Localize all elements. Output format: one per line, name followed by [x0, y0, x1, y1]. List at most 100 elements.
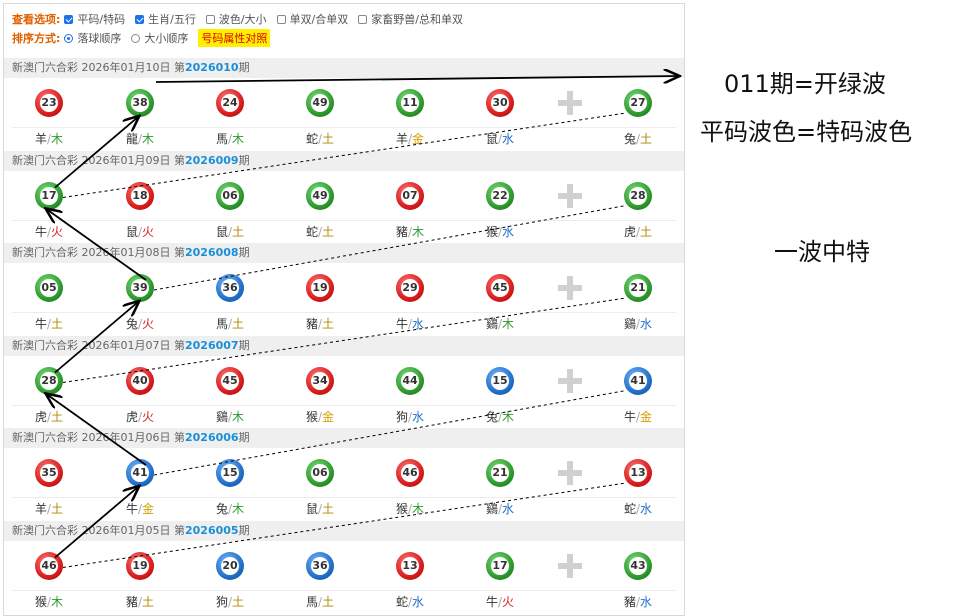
ball-number: 27 [629, 94, 647, 112]
element: 土 [51, 409, 64, 424]
checkbox[interactable] [276, 14, 286, 24]
number-ball: 38 [126, 89, 154, 117]
number-ball: 28 [35, 366, 63, 395]
zodiac: 鼠 [215, 224, 228, 239]
note-color-rule: 平码波色=特码波色 [700, 118, 913, 146]
ball-number: 41 [629, 371, 647, 390]
element: 土 [640, 132, 653, 146]
draw-header: 新澳门六合彩 2026年01月08日 第2026008期 [4, 243, 684, 263]
element: 木 [502, 317, 515, 331]
zodiac: 蛇 [395, 594, 408, 609]
row-divider [12, 127, 676, 128]
element: 木 [51, 594, 64, 609]
ball-number: 34 [311, 371, 329, 390]
zodiac-element: 猴/木 [390, 500, 430, 517]
view-option-1[interactable]: 生肖/五行 [135, 11, 196, 27]
ball-number: 44 [401, 371, 419, 390]
view-option-0[interactable]: 平码/特码 [64, 11, 125, 27]
element: 火 [142, 224, 155, 239]
number-attribute-button[interactable]: 号码属性对照 [198, 29, 271, 47]
issue-prefix: 第 [174, 338, 185, 352]
draw-prefix: 新澳门六合彩 [12, 338, 78, 352]
draw-prefix: 新澳门六合彩 [12, 431, 78, 444]
zodiac-element: 鷄/木 [480, 315, 520, 332]
zodiac: 兔 [485, 409, 498, 424]
element: 水 [502, 502, 515, 516]
issue-number: 2026006 [185, 431, 239, 444]
issue-number: 2026009 [185, 153, 239, 167]
view-option-label: 平码/特码 [77, 13, 126, 26]
row-divider [12, 497, 676, 498]
element: 土 [322, 317, 335, 331]
draw-date: 2026年01月08日 [81, 246, 171, 259]
ball-number: 28 [629, 186, 647, 205]
zodiac: 羊 [34, 132, 47, 146]
sort-option-0[interactable]: 落球顺序 [64, 30, 121, 46]
zodiac: 虎 [125, 409, 138, 424]
number-ball: 30 [486, 89, 514, 117]
zodiac: 鷄 [485, 317, 498, 331]
draw-prefix: 新澳门六合彩 [12, 523, 78, 537]
ball-number: 49 [311, 186, 329, 205]
zodiac-element: 蛇/土 [300, 223, 340, 240]
zodiac: 蛇 [305, 224, 318, 239]
zodiac-element: 虎/火 [120, 408, 160, 425]
zodiac-element: 兔/土 [618, 130, 658, 147]
number-ball: 07 [396, 181, 424, 210]
ball-number: 23 [40, 94, 58, 112]
view-option-label: 单双/合单双 [289, 13, 349, 26]
special-ball: 41 [624, 366, 652, 395]
zodiac: 豬 [305, 317, 318, 331]
zodiac-element: 鷄/水 [618, 315, 658, 332]
element: 火 [142, 317, 155, 331]
ball-number: 15 [221, 464, 239, 482]
ball-number: 29 [401, 279, 419, 297]
element: 水 [502, 224, 515, 239]
zodiac: 虎 [34, 409, 47, 424]
ball-number: 39 [131, 279, 149, 297]
zodiac-element: 鼠/土 [210, 223, 250, 240]
checkbox[interactable] [205, 14, 215, 24]
plus-icon [556, 552, 584, 580]
element: 火 [51, 224, 64, 239]
zodiac: 牛 [623, 409, 636, 424]
number-ball: 41 [126, 459, 154, 487]
sort-options-row: 排序方式: 落球顺序 大小顺序 号码属性对照 [12, 29, 271, 47]
zodiac: 牛 [34, 224, 47, 239]
number-ball: 49 [306, 89, 334, 117]
element: 土 [322, 594, 335, 609]
zodiac: 馬 [215, 317, 228, 331]
ball-number: 20 [221, 556, 239, 575]
sort-option-1[interactable]: 大小顺序 [131, 30, 188, 46]
view-option-3[interactable]: 单双/合单双 [276, 11, 349, 27]
ball-number: 17 [491, 556, 509, 575]
number-ball: 22 [486, 181, 514, 210]
checkbox[interactable] [358, 14, 368, 24]
checkbox[interactable] [135, 14, 145, 24]
draw-header: 新澳门六合彩 2026年01月06日 第2026006期 [4, 428, 684, 448]
ball-number: 18 [131, 186, 149, 205]
ball-number: 46 [401, 464, 419, 482]
checkbox[interactable] [64, 14, 74, 24]
element: 土 [640, 224, 653, 239]
zodiac: 羊 [395, 132, 408, 146]
zodiac-element: 鼠/水 [480, 130, 520, 147]
element: 火 [502, 594, 515, 609]
issue-number: 2026007 [185, 338, 239, 352]
zodiac: 牛 [125, 502, 138, 516]
element: 水 [640, 594, 653, 609]
ball-number: 13 [629, 464, 647, 482]
special-ball: 13 [624, 459, 652, 487]
radio[interactable] [64, 33, 74, 43]
radio[interactable] [131, 33, 141, 43]
view-option-4[interactable]: 家畜野兽/总和单双 [358, 11, 463, 27]
zodiac-element: 羊/金 [390, 130, 430, 147]
view-option-2[interactable]: 波色/大小 [205, 11, 267, 27]
view-option-label: 生肖/五行 [148, 13, 196, 26]
zodiac: 鷄 [623, 317, 636, 331]
element: 水 [412, 317, 425, 331]
ball-number: 49 [311, 94, 329, 112]
ball-number: 06 [311, 464, 329, 482]
number-ball: 45 [216, 366, 244, 395]
ball-number: 35 [40, 464, 58, 482]
